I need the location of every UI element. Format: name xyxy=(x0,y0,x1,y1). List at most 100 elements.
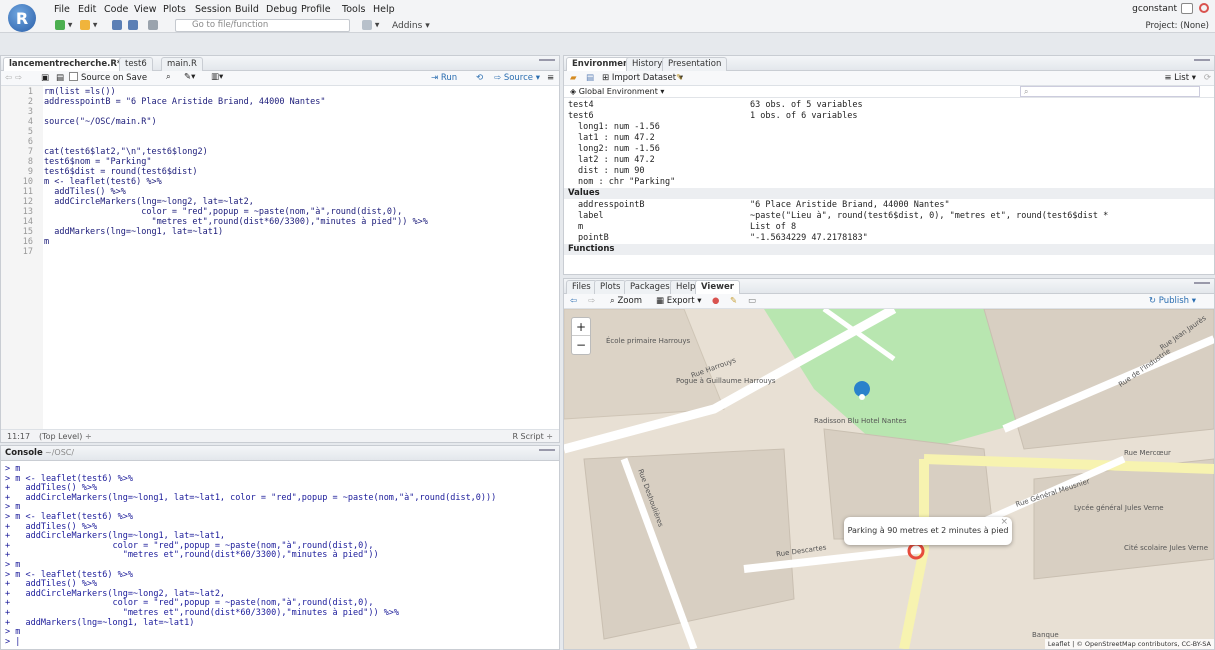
env-row-value: "-1.5634229 47.2178183" xyxy=(750,233,868,243)
menu-debug[interactable]: Debug xyxy=(266,4,297,15)
open-project-icon[interactable]: ▾ xyxy=(80,20,97,32)
viewer-back-icon[interactable]: ⇦ xyxy=(570,296,577,306)
refresh-icon[interactable]: ⟳ xyxy=(1204,73,1211,83)
console-minimize-icon[interactable] xyxy=(539,449,555,457)
source-minimize-icon[interactable] xyxy=(539,59,555,67)
tab-plots[interactable]: Plots xyxy=(594,280,627,294)
code-tools-icon[interactable]: ✎▾ xyxy=(184,72,195,82)
show-in-window-icon[interactable]: ▣ xyxy=(41,73,49,83)
open-in-browser-icon[interactable]: ▭ xyxy=(748,296,756,306)
code-line[interactable]: addresspointB = "6 Place Aristide Briand… xyxy=(44,97,325,107)
menu-view[interactable]: View xyxy=(134,4,157,15)
tab-presentation[interactable]: Presentation xyxy=(662,57,728,71)
list-view-menu[interactable]: ≡ List ▾ xyxy=(1164,73,1196,83)
viewer-minimize-icon[interactable] xyxy=(1194,282,1210,290)
menu-tools[interactable]: Tools xyxy=(342,4,365,15)
source-button[interactable]: ⇨ Source ▾ xyxy=(494,73,540,83)
environment-row[interactable]: nom : chr "Parking" xyxy=(568,177,1214,188)
env-search-input[interactable]: ⌕ xyxy=(1020,86,1200,97)
global-env-selector[interactable]: ◈ Global Environment ▾ xyxy=(570,87,664,96)
viewer-forward-icon[interactable]: ⇨ xyxy=(588,296,595,306)
code-line[interactable]: m xyxy=(44,237,49,247)
power-icon[interactable] xyxy=(1199,3,1209,13)
environment-row[interactable]: lat2 : num 47.2 xyxy=(568,155,1214,166)
leaflet-map[interactable]: École primaire Harrouys Rue Harrouys Pog… xyxy=(564,309,1214,649)
clear-broom-icon[interactable]: ✎ xyxy=(676,73,683,83)
pane-layout-icon[interactable]: ▾ xyxy=(362,20,379,32)
publish-button[interactable]: ↻ Publish ▾ xyxy=(1149,296,1196,306)
new-file-icon[interactable]: ▾ xyxy=(55,20,72,32)
run-button[interactable]: ⇥ Run xyxy=(431,73,457,83)
environment-tabbar: Environment History Presentation xyxy=(564,56,1214,71)
menu-edit[interactable]: Edit xyxy=(78,4,96,15)
code-line[interactable]: addMarkers(lng=~long1, lat=~lat1) xyxy=(44,227,223,237)
menu-build[interactable]: Build xyxy=(235,4,259,15)
tab-lancementrecherche[interactable]: lancementrecherche.R* xyxy=(3,57,128,71)
environment-minimize-icon[interactable] xyxy=(1194,59,1210,67)
zoom-button[interactable]: ⌕ Zoom xyxy=(610,296,642,306)
menu-help[interactable]: Help xyxy=(373,4,395,15)
clear-viewer-icon[interactable]: ✎ xyxy=(730,296,737,306)
map-attribution[interactable]: Leaflet | © OpenStreetMap contributors, … xyxy=(1044,639,1214,649)
import-dataset-button[interactable]: ⊞ Import Dataset ▾ xyxy=(602,73,683,83)
env-row-value: 1 obs. of 6 variables xyxy=(750,111,858,121)
code-line[interactable]: source("~/OSC/main.R") xyxy=(44,117,157,127)
code-line[interactable]: test6$nom = "Parking" xyxy=(44,157,151,167)
console-line: > m xyxy=(5,627,21,638)
zoom-in-icon[interactable]: + xyxy=(572,318,590,336)
code-line[interactable]: rm(list =ls()) xyxy=(44,87,116,97)
goto-file-input[interactable]: Go to file/function xyxy=(175,19,350,32)
source-on-save-checkbox[interactable] xyxy=(69,72,78,81)
menu-profile[interactable]: Profile xyxy=(301,4,331,15)
console-line: + addCircleMarkers(lng=~long1, lat=~lat1… xyxy=(5,492,497,503)
environment-row[interactable]: test6 1 obs. of 6 variables xyxy=(568,111,1214,122)
code-line[interactable]: color = "red",popup = ~paste(nom,"à",rou… xyxy=(44,207,402,217)
export-button[interactable]: ▦ Export ▾ xyxy=(656,296,702,306)
save-file-icon[interactable]: ▤ xyxy=(56,73,64,83)
environment-row[interactable]: label ~paste("Lieu à", round(test6$dist, … xyxy=(568,211,1214,222)
code-line[interactable]: addTiles() %>% xyxy=(44,187,126,197)
environment-row[interactable]: pointB "-1.5634229 47.2178183" xyxy=(568,233,1214,244)
environment-row[interactable]: m List of 8 xyxy=(568,222,1214,233)
project-menu[interactable]: Project: (None) xyxy=(1146,21,1209,31)
code-line[interactable]: cat(test6$lat2,"\n",test6$long2) xyxy=(44,147,208,157)
tab-test6[interactable]: test6 xyxy=(119,57,153,71)
load-workspace-icon[interactable]: ▰ xyxy=(570,73,577,83)
source-tabbar: lancementrecherche.R* test6 main.R xyxy=(1,56,559,71)
print-icon[interactable] xyxy=(148,20,158,32)
save-all-icon[interactable] xyxy=(128,20,138,32)
popup-close-icon[interactable]: × xyxy=(1000,508,1008,536)
menu-plots[interactable]: Plots xyxy=(163,4,186,15)
menu-code[interactable]: Code xyxy=(104,4,128,15)
zoom-out-icon[interactable]: − xyxy=(572,336,590,354)
save-workspace-icon[interactable]: ▤ xyxy=(586,73,594,83)
code-line[interactable]: m <- leaflet(test6) %>% xyxy=(44,177,162,187)
environment-row[interactable]: addresspointB "6 Place Aristide Briand, 4… xyxy=(568,200,1214,211)
file-type-indicator[interactable]: R Script ÷ xyxy=(512,432,553,441)
tab-main-r[interactable]: main.R xyxy=(161,57,203,71)
environment-row[interactable]: lat1 : num 47.2 xyxy=(568,133,1214,144)
tab-viewer[interactable]: Viewer xyxy=(695,280,740,294)
compile-icon[interactable]: ▥▾ xyxy=(211,72,223,82)
code-line[interactable]: addCircleMarkers(lng=~long2, lat=~lat2, xyxy=(44,197,254,207)
code-line[interactable]: test6$dist = round(test6$dist) xyxy=(44,167,198,177)
code-line[interactable]: "metres et",round(dist*60/3300),"minutes… xyxy=(44,217,427,227)
find-icon[interactable]: ⌕ xyxy=(166,72,171,82)
save-icon[interactable] xyxy=(112,20,122,32)
menu-file[interactable]: File xyxy=(54,4,70,15)
environment-row[interactable]: long1: num -1.56 xyxy=(568,122,1214,133)
stop-icon[interactable]: ● xyxy=(712,296,719,306)
environment-row[interactable]: dist : num 90 xyxy=(568,166,1214,177)
scope-indicator[interactable]: (Top Level) ÷ xyxy=(39,432,92,441)
tab-packages[interactable]: Packages xyxy=(624,280,676,294)
console-line: + "metres et",round(dist*60/3300),"minut… xyxy=(5,608,400,618)
addins-menu[interactable]: Addins ▾ xyxy=(392,21,430,33)
tab-files[interactable]: Files xyxy=(566,280,597,294)
environment-row[interactable]: test4 63 obs. of 5 variables xyxy=(568,100,1214,111)
back-forward-icon[interactable]: ⇦ ⇨ xyxy=(5,73,22,83)
rerun-icon[interactable]: ⟲ xyxy=(476,73,483,83)
signout-icon[interactable] xyxy=(1181,3,1193,14)
menu-session[interactable]: Session xyxy=(195,4,231,15)
environment-row[interactable]: long2: num -1.56 xyxy=(568,144,1214,155)
outline-icon[interactable]: ≡ xyxy=(547,73,554,83)
